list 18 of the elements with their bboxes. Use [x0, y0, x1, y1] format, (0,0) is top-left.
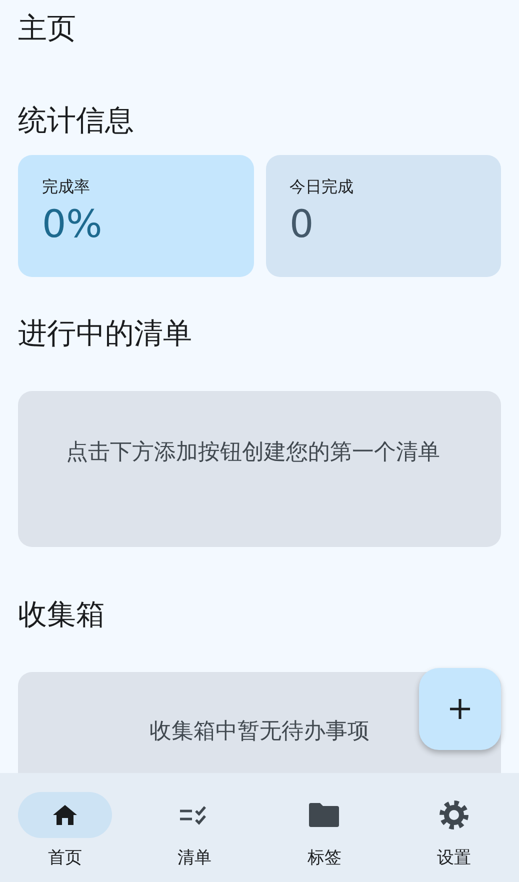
- page-title: 主页: [18, 10, 76, 47]
- section-heading: 收集箱: [18, 596, 106, 633]
- stat-label: 今日完成: [290, 177, 354, 198]
- add-button[interactable]: [419, 668, 501, 750]
- settings-icon: [439, 800, 470, 830]
- section-heading: 进行中的清单: [18, 315, 193, 352]
- folder-icon: [308, 802, 340, 828]
- nav-item[interactable]: 首页: [0, 773, 130, 882]
- nav-item[interactable]: 设置: [389, 773, 519, 882]
- plus-icon: [449, 698, 471, 720]
- nav-item[interactable]: 标签: [260, 773, 390, 882]
- nav-item[interactable]: 清单: [130, 773, 260, 882]
- home-icon: [52, 803, 78, 827]
- stat-label: 完成率: [42, 177, 91, 198]
- stat-value: 0: [290, 202, 315, 246]
- empty-state-message: 点击下方添加按钮创建您的第一个清单: [18, 391, 501, 547]
- section-heading: 统计信息: [18, 102, 135, 139]
- stat-value: 0%: [42, 202, 104, 246]
